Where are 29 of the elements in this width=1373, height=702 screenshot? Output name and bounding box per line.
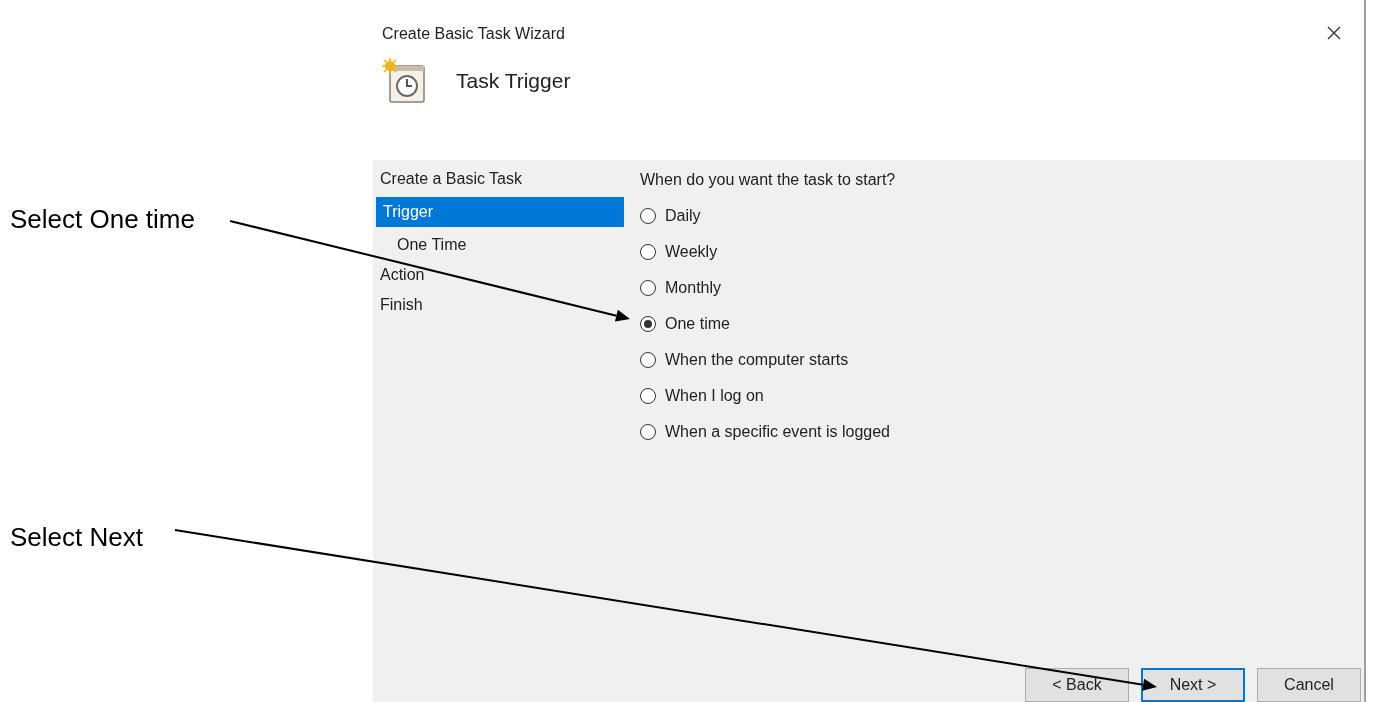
radio-label[interactable]: When the computer starts	[665, 348, 849, 372]
radio-button[interactable]	[640, 280, 656, 296]
radio-button[interactable]	[640, 352, 656, 368]
radio-label[interactable]: Daily	[665, 204, 701, 228]
close-icon[interactable]	[1327, 26, 1341, 40]
window-title: Create Basic Task Wizard	[382, 24, 565, 44]
radio-label[interactable]: When I log on	[665, 384, 764, 408]
calendar-clock-icon	[382, 58, 428, 104]
callout-text: Select Next	[10, 521, 143, 554]
callout-text: Select One time	[10, 203, 195, 236]
wizard-step[interactable]: Trigger	[376, 197, 624, 227]
wizard-step[interactable]: Create a Basic Task	[373, 164, 627, 194]
radio-button[interactable]	[640, 208, 656, 224]
page-title: Task Trigger	[456, 68, 571, 95]
radio-button[interactable]	[640, 424, 656, 440]
wizard-step[interactable]: Action	[373, 260, 627, 290]
dialog-button[interactable]: Cancel	[1257, 668, 1361, 702]
radio-label[interactable]: Weekly	[665, 240, 718, 264]
radio-button[interactable]	[640, 388, 656, 404]
wizard-step[interactable]: One Time	[373, 230, 627, 260]
radio-button[interactable]	[640, 316, 656, 332]
radio-button[interactable]	[640, 244, 656, 260]
radio-label[interactable]: Monthly	[665, 276, 722, 300]
radio-label[interactable]: One time	[665, 312, 730, 336]
wizard-step[interactable]: Finish	[373, 290, 627, 320]
question-text: When do you want the task to start?	[640, 170, 897, 190]
radio-label[interactable]: When a specific event is logged	[665, 420, 890, 444]
dialog-button[interactable]: < Back	[1025, 668, 1129, 702]
dialog-button[interactable]: Next >	[1141, 668, 1245, 702]
